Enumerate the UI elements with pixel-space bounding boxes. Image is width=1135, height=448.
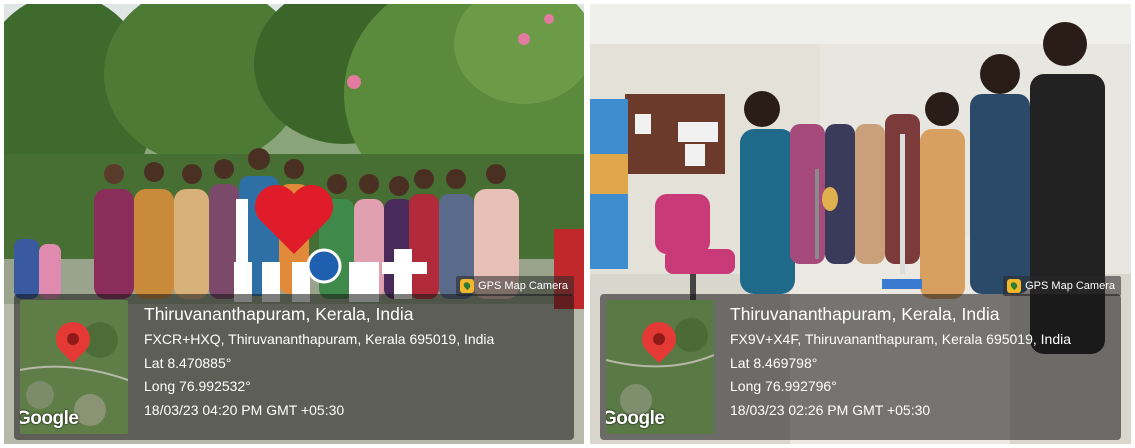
location-title: Thiruvananthapuram, Kerala, India [144, 304, 414, 324]
longitude: Long 76.992532° [144, 378, 251, 394]
map-thumbnail: Google [20, 300, 128, 434]
geotag-text: Thiruvananthapuram, Kerala, India FX9V+X… [730, 300, 1115, 422]
photo-group-outdoor: GPS Map Camera Google Thiruvananthapuram… [4, 4, 584, 444]
geotag-text: Thiruvananthapuram, Kerala, India FXCR+H… [144, 300, 568, 422]
gps-map-camera-icon [1007, 279, 1022, 293]
gps-map-camera-icon [460, 279, 475, 293]
gps-camera-badge: GPS Map Camera [456, 276, 574, 296]
latitude: Lat 8.469798° [730, 354, 818, 371]
datetime: 18/03/23 02:26 PM GMT +05:30 [730, 401, 931, 418]
longitude: Long 76.992796° [730, 378, 837, 394]
google-watermark: Google [20, 408, 79, 429]
photo-lab-demo: GPS Map Camera Google Thiruvananthapuram… [590, 4, 1131, 444]
google-watermark: Google [606, 408, 665, 429]
geotag-overlay: Google Thiruvananthapuram, Kerala, India… [14, 294, 574, 440]
address: FXCR+HXQ, Thiruvananthapuram, Kerala 695… [144, 331, 495, 347]
datetime: 18/03/23 04:20 PM GMT +05:30 [144, 401, 345, 418]
badge-label: GPS Map Camera [1025, 280, 1115, 292]
location-title: Thiruvananthapuram, Kerala, India [730, 304, 1000, 324]
gps-camera-badge: GPS Map Camera [1003, 276, 1121, 296]
badge-label: GPS Map Camera [478, 280, 568, 292]
address: FX9V+X4F, Thiruvananthapuram, Kerala 695… [730, 331, 1072, 347]
latitude: Lat 8.470885° [144, 354, 232, 371]
geotag-overlay: Google Thiruvananthapuram, Kerala, India… [600, 294, 1121, 440]
map-thumbnail: Google [606, 300, 714, 434]
